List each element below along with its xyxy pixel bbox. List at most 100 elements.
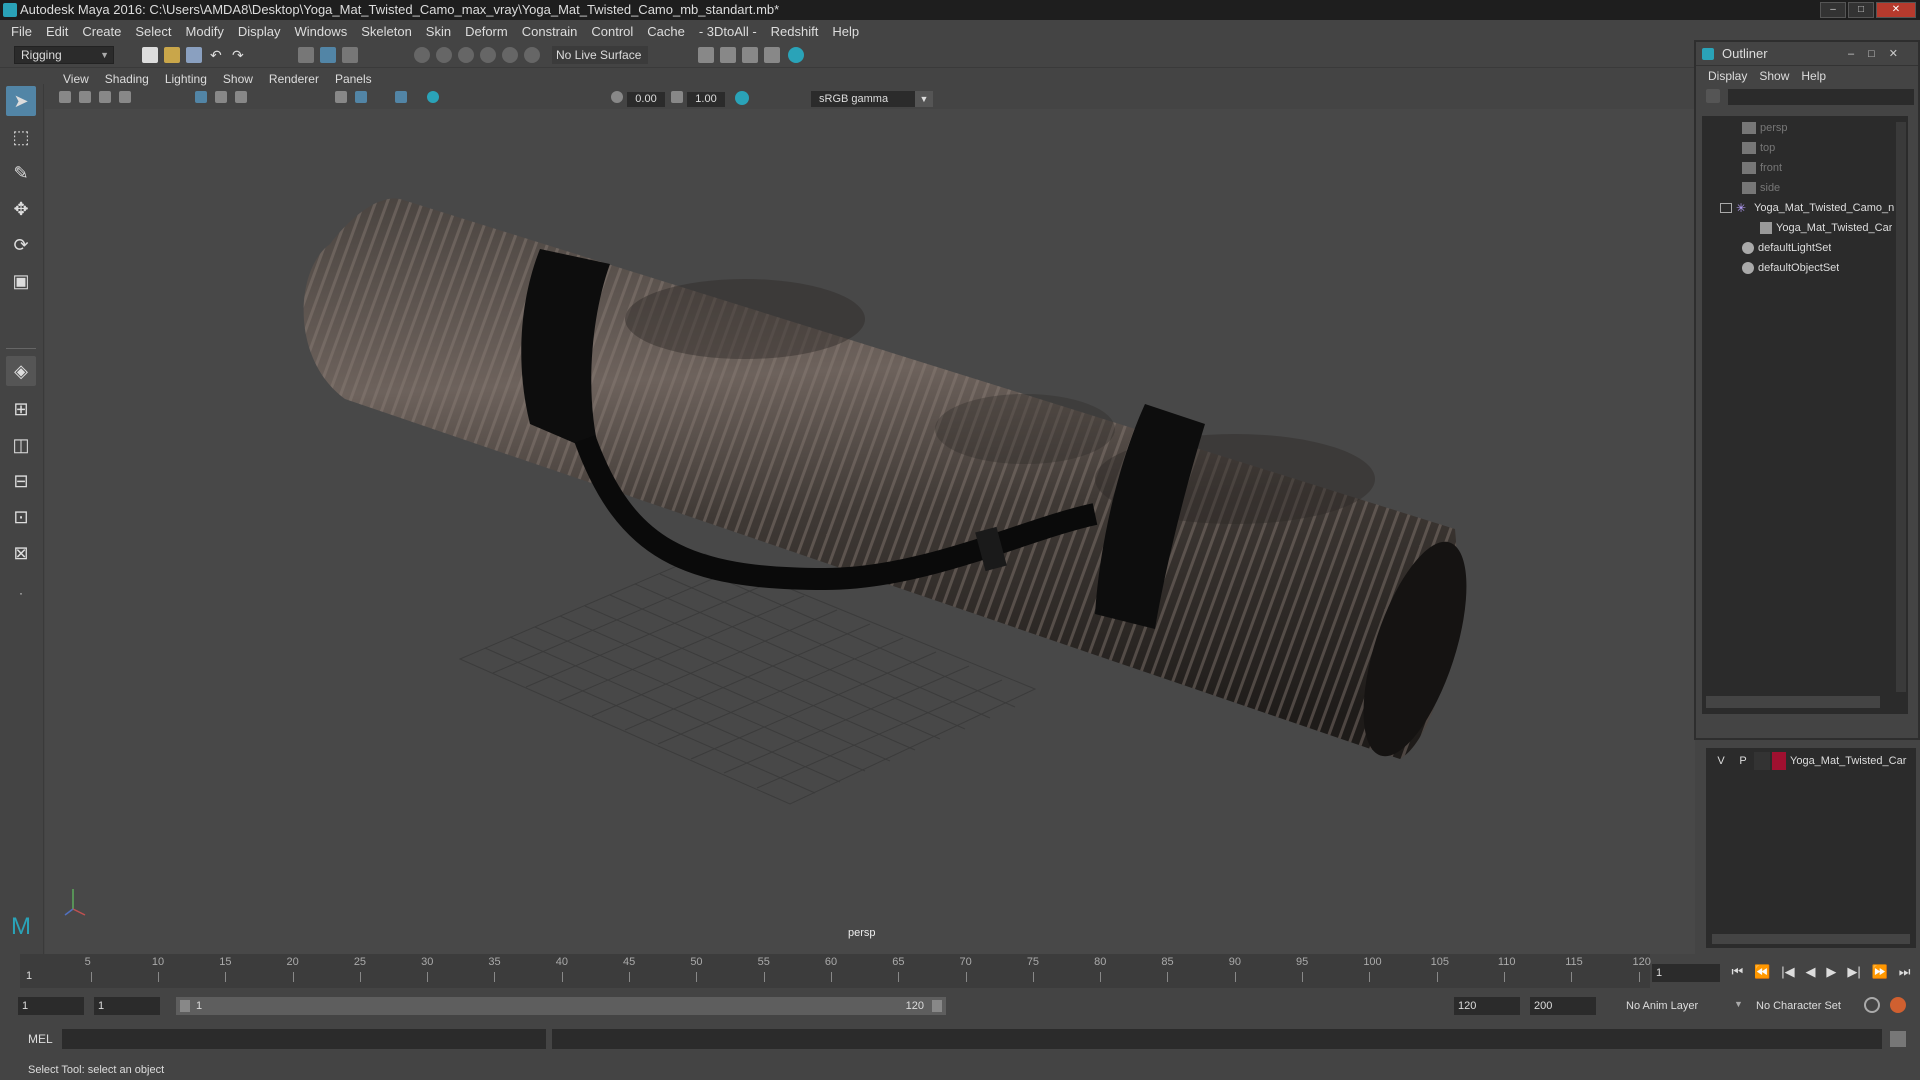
rotate-tool-icon[interactable]: ⟳	[6, 230, 36, 260]
go-to-start-icon[interactable]: ⏮	[1731, 964, 1743, 982]
snap-curve-icon[interactable]	[436, 47, 452, 63]
layer-color-swatch[interactable]	[1772, 752, 1786, 770]
snap-grid-icon[interactable]	[414, 47, 430, 63]
menu-redshift[interactable]: Redshift	[764, 24, 826, 39]
menu-create[interactable]: Create	[75, 24, 128, 39]
mel-label[interactable]: MEL	[28, 1032, 53, 1046]
vp-menu-show[interactable]: Show	[215, 72, 261, 86]
range-start-handle[interactable]	[180, 1000, 190, 1012]
step-back-key-icon[interactable]: |◀	[1781, 964, 1794, 982]
render-frame-icon[interactable]	[720, 47, 736, 63]
paint-select-tool-icon[interactable]: ✎	[6, 158, 36, 188]
layer-type-slot[interactable]	[1754, 752, 1770, 770]
outliner-menu-show[interactable]: Show	[1755, 69, 1797, 83]
render-settings-icon[interactable]	[698, 47, 714, 63]
outliner-item-group[interactable]: ✳ Yoga_Mat_Twisted_Camo_n	[1720, 198, 1894, 218]
anim-layer-chevron-icon[interactable]: ▼	[1734, 999, 1743, 1009]
move-tool-icon[interactable]: ✥	[6, 194, 36, 224]
ipr-render-icon[interactable]	[742, 47, 758, 63]
persp-graph-layout-icon[interactable]: ⊟	[6, 466, 36, 496]
select-tool-icon[interactable]: ➤	[6, 86, 36, 116]
vp-menu-shading[interactable]: Shading	[97, 72, 157, 86]
camera-attr-icon[interactable]	[79, 91, 91, 103]
menu-cache[interactable]: Cache	[640, 24, 692, 39]
current-frame-marker[interactable]: 1	[26, 970, 36, 990]
outliner-item-side[interactable]: side	[1742, 178, 1780, 198]
render-view-icon[interactable]	[764, 47, 780, 63]
redo-icon[interactable]: ↷	[232, 47, 248, 63]
go-to-end-icon[interactable]: ⏭	[1899, 964, 1911, 982]
make-live-icon[interactable]	[524, 47, 540, 63]
new-scene-icon[interactable]	[142, 47, 158, 63]
resolution-gate-icon[interactable]	[235, 91, 247, 103]
hypershade-icon[interactable]	[788, 47, 804, 63]
outliner-window-controls[interactable]: –□✕	[1848, 42, 1912, 66]
play-forwards-icon[interactable]: ▶	[1826, 964, 1836, 982]
wireframe-icon[interactable]	[335, 91, 347, 103]
save-scene-icon[interactable]	[186, 47, 202, 63]
select-component-icon[interactable]	[342, 47, 358, 63]
outliner-item-mesh[interactable]: Yoga_Mat_Twisted_Car	[1760, 218, 1892, 238]
snap-point-icon[interactable]	[458, 47, 474, 63]
grid-toggle-icon[interactable]	[195, 91, 207, 103]
scale-tool-icon[interactable]: ▣	[6, 266, 36, 296]
exposure-field[interactable]: 0.00	[627, 92, 665, 107]
snap-surface-icon[interactable]	[502, 47, 518, 63]
outliner-item-defaultlightset[interactable]: defaultLightSet	[1742, 238, 1831, 258]
layer-row[interactable]: V P Yoga_Mat_Twisted_Car	[1710, 752, 1906, 770]
persp-outliner-layout-icon[interactable]: ⊡	[6, 502, 36, 532]
range-end-handle[interactable]	[932, 1000, 942, 1012]
side-by-side-layout-icon[interactable]: ◫	[6, 430, 36, 460]
menu-select[interactable]: Select	[128, 24, 178, 39]
minimize-button[interactable]: –	[1820, 2, 1846, 18]
time-slider-track[interactable]: 5 10 15 20 25 30 35 40 45 50 55 60 65 70 75 80 85 90 95 100…	[20, 954, 1651, 988]
custom-layout-icon[interactable]: ·	[6, 578, 36, 608]
filter-icon[interactable]	[1706, 89, 1720, 103]
layer-playback-toggle[interactable]: P	[1732, 752, 1754, 770]
vp-menu-panels[interactable]: Panels	[327, 72, 380, 86]
snap-view-plane-icon[interactable]	[480, 47, 496, 63]
layer-visibility-toggle[interactable]: V	[1710, 752, 1732, 770]
step-back-icon[interactable]: ⏪	[1754, 964, 1770, 982]
color-management-icon[interactable]	[735, 91, 749, 105]
camera-select-icon[interactable]	[59, 91, 71, 103]
outliner-menu-help[interactable]: Help	[1797, 69, 1834, 83]
menu-3dtoall[interactable]: - 3DtoAll -	[692, 24, 764, 39]
select-object-icon[interactable]	[320, 47, 336, 63]
menu-display[interactable]: Display	[231, 24, 288, 39]
menu-skeleton[interactable]: Skeleton	[354, 24, 419, 39]
outliner-item-front[interactable]: front	[1742, 158, 1782, 178]
select-hierarchy-icon[interactable]	[298, 47, 314, 63]
time-slider[interactable]: 5 10 15 20 25 30 35 40 45 50 55 60 65 70 75 80 85 90 95 100…	[0, 954, 1920, 988]
image-plane-icon[interactable]	[119, 91, 131, 103]
menu-skin[interactable]: Skin	[419, 24, 458, 39]
close-button[interactable]: ✕	[1876, 2, 1916, 18]
outliner-item-top[interactable]: top	[1742, 138, 1775, 158]
script-editor-icon[interactable]	[1890, 1031, 1906, 1047]
animation-start-field[interactable]: 1	[18, 997, 84, 1015]
animation-end-field[interactable]: 200	[1530, 997, 1596, 1015]
menu-deform[interactable]: Deform	[458, 24, 515, 39]
layer-name[interactable]: Yoga_Mat_Twisted_Car	[1790, 752, 1906, 770]
vp-menu-lighting[interactable]: Lighting	[157, 72, 215, 86]
anim-layer-dropdown[interactable]: No Anim Layer	[1626, 997, 1742, 1015]
menu-modify[interactable]: Modify	[179, 24, 231, 39]
menu-edit[interactable]: Edit	[39, 24, 75, 39]
play-backwards-icon[interactable]: ◀	[1805, 964, 1815, 982]
maximize-button[interactable]: □	[1848, 2, 1874, 18]
lasso-tool-icon[interactable]: ⬚	[6, 122, 36, 152]
mel-input[interactable]	[62, 1029, 546, 1049]
menu-file[interactable]: File	[4, 24, 39, 39]
outliner-item-defaultobjectset[interactable]: defaultObjectSet	[1742, 258, 1839, 278]
collapse-icon[interactable]	[1720, 203, 1732, 214]
lights-icon[interactable]	[427, 91, 439, 103]
menu-constrain[interactable]: Constrain	[515, 24, 585, 39]
outliner-search-input[interactable]	[1728, 89, 1914, 105]
outliner-menu-display[interactable]: Display	[1704, 69, 1755, 83]
menu-control[interactable]: Control	[584, 24, 640, 39]
open-scene-icon[interactable]	[164, 47, 180, 63]
smooth-shade-icon[interactable]	[355, 91, 367, 103]
single-view-layout-icon[interactable]: ◈	[6, 356, 36, 386]
gamma-field[interactable]: 1.00	[687, 92, 725, 107]
live-surface-field[interactable]: No Live Surface	[552, 46, 648, 64]
